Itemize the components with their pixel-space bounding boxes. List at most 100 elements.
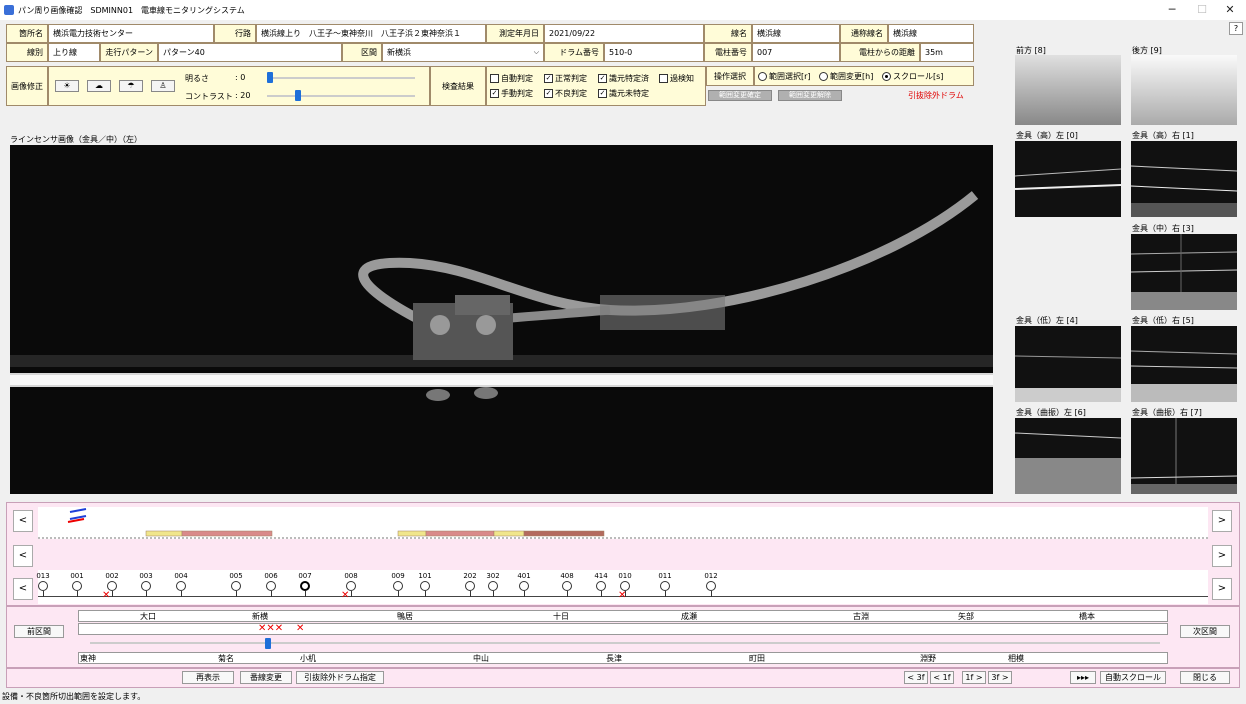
range-confirm-button[interactable]: 範囲変更確定 xyxy=(708,90,772,101)
manual-judge-checkbox[interactable]: ✓ 手動判定 xyxy=(490,88,533,99)
curve-left-thumb[interactable] xyxy=(1015,418,1121,494)
pole-stem xyxy=(398,591,399,597)
scroll-radio[interactable]: スクロール[s] xyxy=(882,71,943,82)
pole-stem xyxy=(470,591,471,597)
auto-judge-checkbox[interactable]: 自動判定 xyxy=(490,73,533,84)
brightness-track xyxy=(267,77,415,79)
pole-marker[interactable] xyxy=(231,581,241,591)
line-value: 横浜線 xyxy=(752,24,840,43)
contrast-slider[interactable] xyxy=(295,90,301,101)
pole-row: 013 001 002 003 004 005 006 007 008 009 101 202 302 4… xyxy=(36,570,1208,604)
back-3f-button[interactable]: < 3f xyxy=(904,671,928,684)
pole-scroll-left-button[interactable]: < xyxy=(13,578,33,600)
manual-judge-label: 手動判定 xyxy=(501,89,533,98)
pole-marker[interactable] xyxy=(420,581,430,591)
high-right-thumb[interactable] xyxy=(1131,141,1237,217)
pole-marker[interactable] xyxy=(176,581,186,591)
pole-stem xyxy=(43,591,44,597)
pole-marker[interactable] xyxy=(38,581,48,591)
main-image[interactable] xyxy=(10,145,993,494)
close-button[interactable]: 閉じる xyxy=(1180,671,1230,684)
autoscroll-button[interactable]: 自動スクロール xyxy=(1100,671,1166,684)
fast-forward-button[interactable]: ▸▸▸ xyxy=(1070,671,1096,684)
app-icon xyxy=(4,5,14,15)
pole-marker[interactable] xyxy=(706,581,716,591)
position-slider[interactable] xyxy=(265,638,271,649)
brightness-slider[interactable] xyxy=(267,72,273,83)
source-unidentified-label: 識元未特定 xyxy=(609,89,649,98)
station-bottom: 淵野 xyxy=(920,654,936,663)
pole-label: 004 xyxy=(174,572,188,580)
defect-mark: ✕ xyxy=(296,623,305,634)
source-unidentified-checkbox[interactable]: ✓ 識元未特定 xyxy=(598,88,649,99)
cloud-icon[interactable]: ☁ xyxy=(87,80,111,92)
range-change-radio[interactable]: 範囲変更[h] xyxy=(819,71,873,82)
close-window-button[interactable]: ✕ xyxy=(1216,2,1244,18)
next-section-button[interactable]: 次区間 xyxy=(1180,625,1230,638)
segment-scroll-left-button[interactable]: < xyxy=(13,510,33,532)
front-thumb[interactable] xyxy=(1015,55,1121,125)
pole-marker[interactable] xyxy=(488,581,498,591)
pole-stem xyxy=(601,591,602,597)
checkbox-box xyxy=(490,74,499,83)
pole-label: 002 xyxy=(105,572,119,580)
date-value: 2021/09/22 xyxy=(544,24,704,43)
pole-marker[interactable] xyxy=(141,581,151,591)
back-1f-button[interactable]: < 1f xyxy=(930,671,954,684)
umbrella-icon[interactable]: ☂ xyxy=(119,80,143,92)
pole-label: 202 xyxy=(463,572,477,580)
segment-scroll-right-button[interactable]: > xyxy=(1212,510,1232,532)
station-bottom: 中山 xyxy=(473,654,489,663)
maximize-button[interactable]: ☐ xyxy=(1188,2,1216,18)
range-cancel-button[interactable]: 範囲変更解除 xyxy=(778,90,842,101)
pole-marker[interactable] xyxy=(266,581,276,591)
curve-right-thumb[interactable] xyxy=(1131,418,1237,494)
pole-scroll-right-button[interactable]: > xyxy=(1212,578,1232,600)
pole-marker[interactable] xyxy=(300,581,310,591)
redisplay-button[interactable]: 再表示 xyxy=(182,671,234,684)
fwd-3f-button[interactable]: 3f > xyxy=(988,671,1012,684)
pole-label: 012 xyxy=(704,572,718,580)
person-icon[interactable]: ♙ xyxy=(151,80,175,92)
low-left-thumb[interactable] xyxy=(1015,326,1121,402)
pole-change-button[interactable]: 番線変更 xyxy=(240,671,292,684)
line-label: 線名 xyxy=(704,24,752,43)
scroll-left-button[interactable]: < xyxy=(13,545,33,567)
checkbox-box: ✓ xyxy=(598,89,607,98)
minimize-button[interactable]: ─ xyxy=(1158,2,1186,18)
pole-marker[interactable] xyxy=(393,581,403,591)
pole-marker[interactable] xyxy=(562,581,572,591)
high-left-thumb[interactable] xyxy=(1015,141,1121,217)
pole-label: 408 xyxy=(560,572,574,580)
over-detect-checkbox[interactable]: 過検知 xyxy=(659,73,694,84)
prev-section-button[interactable]: 前区間 xyxy=(14,625,64,638)
fwd-1f-button[interactable]: 1f > xyxy=(962,671,986,684)
mid-right-thumb[interactable] xyxy=(1131,234,1237,310)
range-select-radio[interactable]: 範囲選択[r] xyxy=(758,71,811,82)
mid-right-thumb-label: 金具（中）右 [3] xyxy=(1132,224,1194,233)
operation-panel: 範囲選択[r] 範囲変更[h] スクロール[s] xyxy=(754,66,974,86)
exclude-drum-button[interactable]: 引抜除外ドラム指定 xyxy=(296,671,384,684)
station-top: 古淵 xyxy=(853,612,869,621)
section-select[interactable]: 新横浜 ⌵ xyxy=(382,43,544,62)
scroll-label: スクロール[s] xyxy=(893,72,944,81)
imgcorr-label: 画像修正 xyxy=(6,66,48,106)
low-right-thumb[interactable] xyxy=(1131,326,1237,402)
source-identified-checkbox[interactable]: ✓ 識元特定済 xyxy=(598,73,649,84)
drum-value: 510-0 xyxy=(604,43,704,62)
checkbox-box: ✓ xyxy=(544,74,553,83)
help-button[interactable]: ? xyxy=(1229,22,1243,35)
pole-stem xyxy=(524,591,525,597)
segment-bar xyxy=(38,508,1208,539)
sun-icon[interactable]: ☀ xyxy=(55,80,79,92)
rear-thumb[interactable] xyxy=(1131,55,1237,125)
pole-marker[interactable] xyxy=(72,581,82,591)
defect-judge-checkbox[interactable]: ✓ 不良判定 xyxy=(544,88,587,99)
scroll-right-button[interactable]: > xyxy=(1212,545,1232,567)
normal-judge-checkbox[interactable]: ✓ 正常判定 xyxy=(544,73,587,84)
pole-marker[interactable] xyxy=(596,581,606,591)
pole-marker[interactable] xyxy=(660,581,670,591)
station-top: 十日 xyxy=(553,612,569,621)
pole-marker[interactable] xyxy=(519,581,529,591)
pole-marker[interactable] xyxy=(465,581,475,591)
